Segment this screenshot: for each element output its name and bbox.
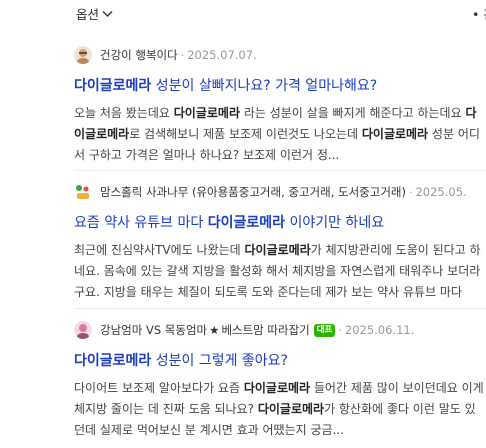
author-name[interactable]: 맘스홀릭 사과나무 (유아용품중고거래, 중고거래, 도서중고거래) bbox=[100, 184, 406, 200]
cafe-icon[interactable] bbox=[74, 183, 92, 201]
author-suffix[interactable]: 베스트맘 따라잡기 bbox=[221, 322, 309, 338]
cafe-post: 강남엄마 VS 목동엄마 ★ 베스트맘 따라잡기 대표 · 2025.06.11… bbox=[74, 319, 486, 441]
cafe-post: 맘스홀릭 사과나무 (유아용품중고거래, 중고거래, 도서중고거래) · 202… bbox=[74, 181, 486, 303]
text-segment: 이야기만 하네요 bbox=[285, 215, 385, 231]
text-segment: 오늘 처음 봤는데요 bbox=[74, 106, 174, 120]
post-date: 2025.07.07. bbox=[187, 48, 257, 62]
post-date: 2025.05. bbox=[415, 185, 467, 199]
separator-dot: · bbox=[180, 48, 185, 62]
star-icon: ★ bbox=[209, 323, 220, 337]
highlighted-keyword: 다이글로메라 bbox=[74, 353, 152, 369]
divider bbox=[74, 308, 486, 309]
post-title[interactable]: 다이글로메라 성분이 살빠지나요? 가격 얼마나해요? bbox=[74, 75, 486, 95]
toolbar-right-item[interactable]: • 관 bbox=[472, 4, 486, 23]
text-segment: 라는 성분이 살을 빠지게 해준다고 하는데요 bbox=[240, 106, 466, 120]
post-title[interactable]: 요즘 약사 유튜브 마다 다이글로메라 이야기만 하네요 bbox=[74, 212, 486, 232]
text-segment: 성분이 그렇게 좋아요? bbox=[151, 353, 288, 369]
post-header: 건강이 행복이다 · 2025.07.07. bbox=[74, 44, 486, 66]
avatar[interactable] bbox=[74, 321, 92, 339]
avatar[interactable] bbox=[74, 46, 92, 64]
post-snippet[interactable]: 최근에 진심약사TV에도 나왔는데 다이글로메라가 체지방관리에 도움이 된다고… bbox=[74, 240, 486, 303]
separator-dot: · bbox=[408, 185, 413, 199]
text-segment: 요즘 약사 유튜브 마다 bbox=[74, 215, 208, 231]
text-segment: 최근에 진심약사TV에도 나왔는데 bbox=[74, 243, 245, 257]
post-header: 강남엄마 VS 목동엄마 ★ 베스트맘 따라잡기 대표 · 2025.06.11… bbox=[74, 319, 486, 341]
highlighted-keyword: 다이글로메라 bbox=[257, 402, 325, 416]
cafe-post: 건강이 행복이다 · 2025.07.07. 다이글로메라 성분이 살빠지나요?… bbox=[74, 44, 486, 166]
separator-dot: · bbox=[338, 323, 342, 337]
highlighted-keyword: 다이글로메라 bbox=[243, 381, 311, 395]
highlighted-keyword: 다이글로메라 bbox=[244, 243, 311, 257]
highlighted-keyword: 다이글로메라 bbox=[361, 127, 429, 141]
post-snippet[interactable]: 다이어트 보조제 알아보다가 요즘 다이글로메라 들어간 제품 많이 보이던데요… bbox=[74, 378, 486, 441]
post-date: 2025.06.11. bbox=[344, 323, 415, 337]
author-name[interactable]: 건강이 행복이다 bbox=[100, 47, 178, 63]
post-snippet[interactable]: 오늘 처음 봤는데요 다이글로메라 라는 성분이 살을 빠지게 해준다고 하는데… bbox=[74, 103, 486, 166]
highlighted-keyword: 다이글로메라 bbox=[74, 78, 152, 94]
options-label: 옵션 bbox=[76, 7, 100, 22]
text-segment: 성분이 살빠지나요? 가격 얼마나해요? bbox=[151, 78, 378, 94]
post-header: 맘스홀릭 사과나무 (유아용품중고거래, 중고거래, 도서중고거래) · 202… bbox=[74, 181, 486, 203]
text-segment: 다이어트 보조제 알아보다가 요즘 bbox=[74, 381, 244, 395]
highlighted-keyword: 다이글로메라 bbox=[173, 106, 241, 120]
options-dropdown[interactable]: 옵션 bbox=[76, 4, 113, 23]
chevron-down-icon bbox=[102, 10, 113, 17]
cafe-badge: 대표 bbox=[313, 323, 336, 337]
divider bbox=[74, 170, 486, 171]
post-title[interactable]: 다이글로메라 성분이 그렇게 좋아요? bbox=[74, 350, 486, 370]
author-name[interactable]: 강남엄마 VS 목동엄마 bbox=[100, 322, 207, 338]
text-segment: 로 검색해보니 제품 보조제 이런것도 나오는데 bbox=[129, 127, 362, 141]
search-toolbar: 옵션 • 관 bbox=[0, 0, 486, 26]
highlighted-keyword: 다이글로메라 bbox=[207, 215, 286, 231]
